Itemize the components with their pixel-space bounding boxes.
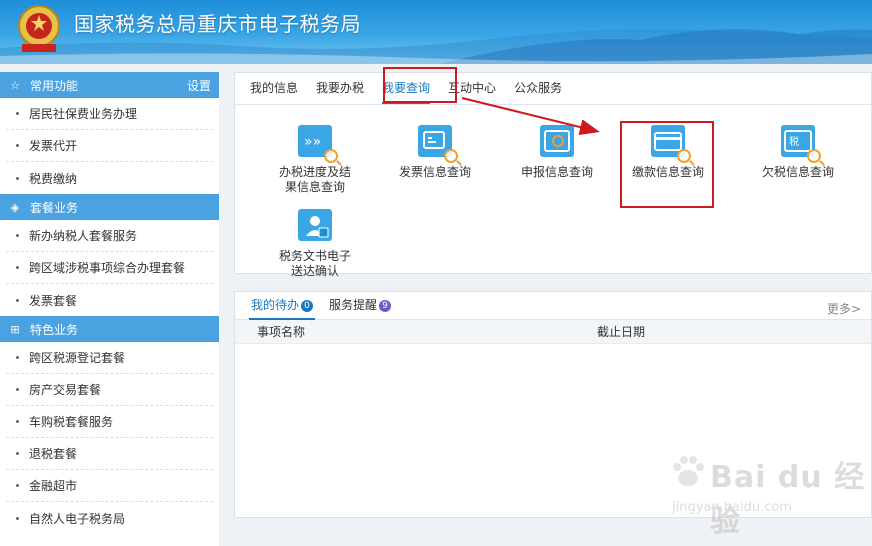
tab-my-todo[interactable]: 我的待办 0	[243, 291, 321, 320]
sidebar-item-label: 发票代开	[29, 139, 78, 153]
section-title: 套餐业务	[30, 200, 79, 215]
section-header-packages: ◈ 套餐业务	[0, 194, 219, 220]
declaration-query-icon	[540, 125, 574, 157]
tab-tax-handling[interactable]: 我要办税	[307, 72, 373, 104]
bullet-icon	[16, 452, 19, 455]
bullet-icon	[16, 356, 19, 359]
invoice-query-icon	[418, 125, 458, 163]
tab-my-info[interactable]: 我的信息	[241, 72, 307, 104]
sidebar-item-label: 跨区税源登记套餐	[29, 351, 126, 365]
more-link[interactable]: 更多>	[827, 300, 861, 317]
bullet-icon	[16, 266, 19, 269]
sidebar-item-tax-refund-package[interactable]: 退税套餐	[6, 438, 213, 470]
tile-declaration-query[interactable]: 申报信息查询	[502, 113, 612, 193]
tile-label: 欠税信息查询	[761, 165, 834, 179]
tax-arrears-query-icon: 税	[781, 125, 821, 163]
bullet-icon	[16, 388, 19, 391]
sidebar-item-label: 车购税套餐服务	[29, 415, 114, 429]
tax-emblem-icon	[18, 5, 60, 52]
sidebar-item-vehicle-tax-package[interactable]: 车购税套餐服务	[6, 406, 213, 438]
tile-label: 缴款信息查询	[631, 165, 704, 179]
sidebar-item-label: 税费缴纳	[29, 171, 78, 186]
sidebar-item-social-insurance[interactable]: 居民社保费业务办理	[6, 98, 213, 130]
bullet-icon	[16, 484, 19, 487]
sidebar-item-invoice-issuance[interactable]: 发票代开	[6, 130, 213, 162]
section-header-common: ☆ 常用功能 设置	[0, 72, 219, 98]
sidebar-item-finance-market[interactable]: 金融超市	[6, 470, 213, 502]
sidebar-item-cross-region-package[interactable]: 跨区域涉税事项综合办理套餐	[6, 252, 213, 284]
grid-icon: ⊞	[10, 322, 20, 336]
sidebar-item-new-taxpayer-package[interactable]: 新办纳税人套餐服务	[6, 220, 213, 252]
settings-link[interactable]: 设置	[187, 77, 211, 94]
bullet-icon	[16, 144, 19, 147]
todo-table-header: 事项名称 截止日期	[235, 320, 871, 344]
tile-label: 办税进度及结果信息查询	[278, 165, 351, 193]
sidebar-item-label: 退税套餐	[29, 447, 78, 461]
section-title: 常用功能	[30, 78, 79, 93]
bullet-icon	[16, 112, 19, 115]
bullet-icon	[16, 234, 19, 237]
sidebar-item-label: 发票套餐	[29, 293, 78, 308]
watermark-text: Bai du 经验	[710, 460, 866, 539]
reminder-count-badge: 9	[379, 300, 392, 312]
section-header-featured: ⊞ 特色业务	[0, 316, 219, 342]
query-panel: 我的信息 我要办税 我要查询 互动中心 公众服务 »» 办税进度及结果信息查询 …	[234, 67, 872, 277]
sidebar: ☆ 常用功能 设置 居民社保费业务办理 发票代开 税费缴纳 ◈ 套餐业务 新办纳…	[0, 72, 219, 546]
sidebar-item-real-estate-package[interactable]: 房产交易套餐	[6, 374, 213, 406]
column-header-item-name: 事项名称	[257, 325, 306, 339]
tile-tax-arrears-query[interactable]: 税 欠税信息查询	[743, 113, 853, 193]
todo-tabbar: 我的待办 0 服务提醒 9 更多>	[235, 292, 871, 320]
payment-query-icon	[651, 125, 691, 163]
tile-invoice-query[interactable]: 发票信息查询	[380, 113, 490, 193]
tab-label: 服务提醒	[329, 298, 378, 312]
tile-document-delivery[interactable]: 税务文书电子送达确认	[260, 197, 370, 277]
tab-service-reminder[interactable]: 服务提醒 9	[321, 291, 399, 319]
document-delivery-icon	[298, 209, 332, 241]
bullet-icon	[16, 516, 19, 520]
section-title: 特色业务	[30, 322, 79, 337]
sidebar-item-label: 居民社保费业务办理	[29, 107, 138, 121]
sidebar-item-cross-region-tax-source[interactable]: 跨区税源登记套餐	[6, 342, 213, 374]
main-tabbar: 我的信息 我要办税 我要查询 互动中心 公众服务	[235, 73, 871, 105]
tile-label: 申报信息查询	[520, 165, 593, 179]
tile-label: 发票信息查询	[398, 165, 471, 179]
sidebar-item-label: 金融超市	[29, 479, 78, 493]
tile-progress-query[interactable]: »» 办税进度及结果信息查询	[260, 113, 370, 193]
sidebar-item-individual-e-tax[interactable]: 自然人电子税务局	[6, 502, 213, 534]
sidebar-item-label: 新办纳税人套餐服务	[29, 229, 138, 243]
svg-text:税: 税	[789, 135, 799, 148]
star-icon: ☆	[10, 78, 20, 92]
tab-label: 我的待办	[251, 298, 300, 312]
bullet-icon	[16, 176, 19, 180]
tile-label: 税务文书电子送达确认	[278, 249, 351, 277]
tile-payment-query[interactable]: 缴款信息查询	[613, 113, 723, 193]
svg-text:»»: »»	[304, 134, 321, 150]
sidebar-item-invoice-package[interactable]: 发票套餐	[6, 284, 213, 316]
sidebar-item-label: 自然人电子税务局	[29, 511, 126, 526]
sidebar-item-label: 房产交易套餐	[29, 383, 102, 397]
todo-count-badge: 0	[301, 300, 314, 312]
bullet-icon	[16, 298, 19, 302]
paw-icon	[673, 456, 704, 486]
tab-query[interactable]: 我要查询	[373, 72, 439, 104]
bullet-icon	[16, 420, 19, 423]
baidu-watermark: Bai du 经验 jingyan.baidu.com	[668, 452, 868, 539]
tab-interaction[interactable]: 互动中心	[439, 72, 505, 104]
column-header-deadline: 截止日期	[597, 325, 646, 339]
layers-icon: ◈	[10, 200, 20, 214]
sidebar-item-label: 跨区域涉税事项综合办理套餐	[29, 261, 186, 275]
tab-public-service[interactable]: 公众服务	[505, 72, 571, 104]
sidebar-item-tax-payment[interactable]: 税费缴纳	[6, 162, 213, 194]
progress-query-icon: »»	[298, 125, 338, 163]
site-header: 国家税务总局重庆市电子税务局	[0, 0, 872, 64]
site-title: 国家税务总局重庆市电子税务局	[74, 12, 361, 36]
watermark-url: jingyan.baidu.com	[672, 500, 792, 515]
